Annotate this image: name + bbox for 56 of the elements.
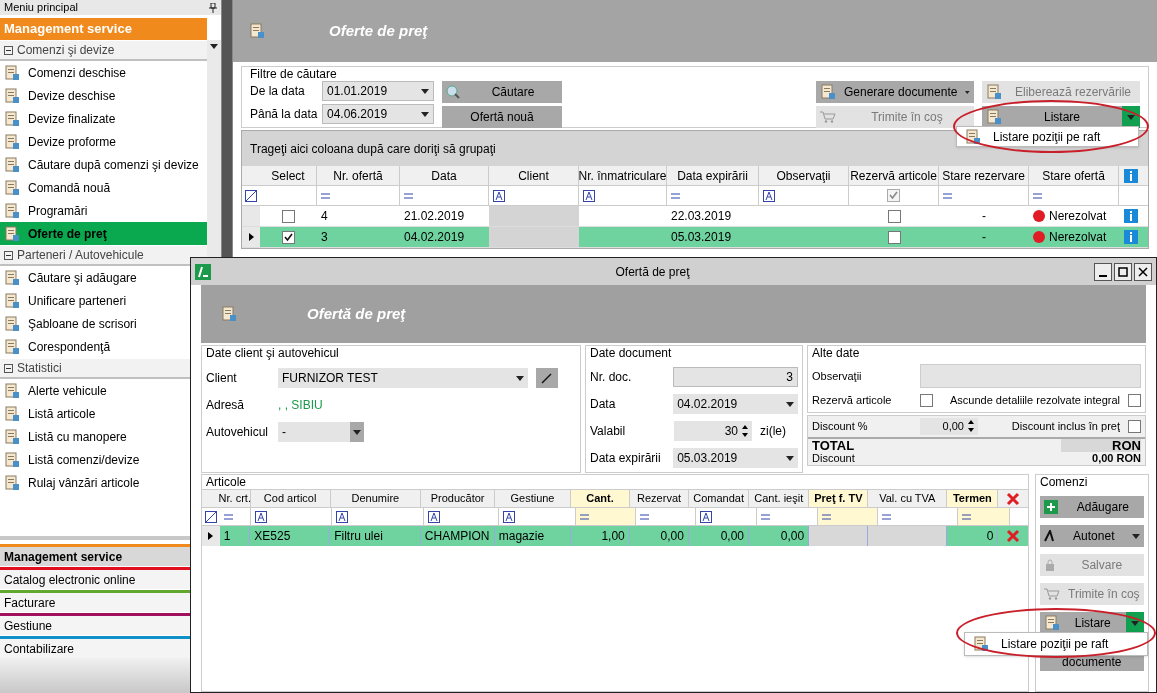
table-cell-text: 4 [321,208,328,225]
group-by-hint: Trageţi aici coloana după care doriţi să grupaţi [250,140,496,158]
table-cell-text: 05.03.2019 [671,229,732,246]
table-cell-text: 0,00 [660,528,684,545]
group-label: Filtre de căutare [250,67,337,81]
field-label: Discount inclus în preţ [1011,418,1120,434]
field-label: Data [590,396,617,413]
table-cell-text: CHAMPION [424,528,490,545]
total-label: TOTAL [812,438,855,452]
total-value: RON [1061,438,1141,452]
table-cell-text: Nerezolvat [1049,208,1107,225]
table-cell-text: 22.03.2019 [671,208,732,225]
unit-label: zi(le) [760,423,786,440]
table-cell-text: 0,00 [720,528,745,545]
table-cell-text: 0 [986,528,994,545]
table-cell-text: Nerezolvat [1049,229,1107,246]
table-cell-text: - [982,208,986,225]
page-title: Oferte de preţ [329,20,428,41]
field-label: Până la data [250,106,319,123]
field-label: Observaţii [812,368,863,384]
group-title: Comenzi şi devize [17,42,115,59]
table-cell-text: 21.02.2019 [404,208,465,225]
field-label: Nr. doc. [590,369,633,386]
discount-total-label: Discount [812,451,855,465]
field-label: Data expirării [590,450,662,467]
field-label: Discount % [812,418,869,434]
dialog-heading: Ofertă de preţ [307,303,406,324]
table-cell-text: 1,00 [601,528,625,545]
table-cell-text: 1 [223,528,231,545]
field-label: Ascunde detaliile rezolvate integral [950,393,1120,408]
group-label: Date document [590,346,672,360]
discount-total-value: 0,00 RON [1092,451,1141,465]
number-field: 3 [673,367,798,387]
table-cell-text: - [982,229,986,246]
address-text: , , SIBIU [278,397,323,414]
module-header: Management service [0,18,207,40]
group-label: Comenzi [1040,475,1088,489]
table-cell-text: 0,00 [780,528,805,545]
table-cell-text: XE525 [254,528,291,545]
field-label: Valabil [590,423,627,440]
field-label: Adresă [206,397,246,414]
window-title: Ofertă de preţ [614,263,691,281]
table-cell-text: Filtru ulei [334,528,383,545]
field-label: De la data [250,83,306,100]
table-cell-text: 04.02.2019 [404,229,465,246]
field-label: Autovehicul [206,424,270,441]
group-label: Articole [205,475,247,489]
group-title: Statistici [17,360,62,377]
table-cell-text: magazie [498,528,545,545]
group-label: Date client şi autovehicul [206,346,339,360]
field-label: Client [206,370,238,387]
table-cell-text: 3 [321,229,328,246]
panel-title: Meniu principal [4,0,78,16]
group-label: Alte date [812,346,860,360]
group-title: Parteneri / Autovehicule [17,247,144,264]
field-label: Rezervă articole [812,393,893,408]
